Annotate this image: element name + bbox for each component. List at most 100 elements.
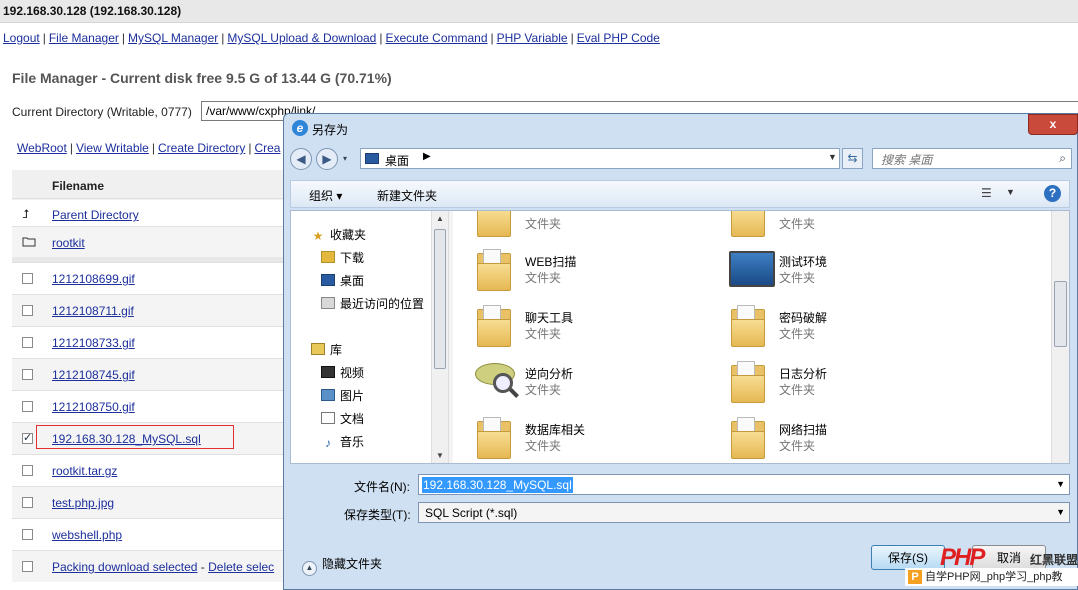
dialog-titlebar[interactable]: e 另存为 x xyxy=(284,114,1078,142)
create-directory-link[interactable]: Create Directory xyxy=(158,141,245,155)
nav-logout[interactable]: Logout xyxy=(3,31,40,45)
nav-libraries[interactable]: 库 xyxy=(311,341,342,358)
nav-execute-command[interactable]: Execute Command xyxy=(385,31,487,45)
file-checkbox[interactable] xyxy=(22,465,33,476)
nav-mysql-manager[interactable]: MySQL Manager xyxy=(128,31,218,45)
close-button[interactable]: x xyxy=(1028,114,1078,135)
list-item[interactable]: 文件夹 xyxy=(475,211,715,243)
view-dropdown-icon[interactable]: ▼ xyxy=(1006,187,1015,197)
file-list-scrollbar[interactable] xyxy=(1051,211,1069,463)
list-item[interactable]: 网络扫描 文件夹 xyxy=(729,413,969,463)
list-item[interactable]: WEB扫描 文件夹 xyxy=(475,245,715,297)
list-item[interactable]: 聊天工具 文件夹 xyxy=(475,301,715,353)
organize-button[interactable]: 组织 ▾ xyxy=(309,187,342,204)
view-options-icon[interactable]: ☰ xyxy=(981,186,997,200)
nav-php-variable[interactable]: PHP Variable xyxy=(497,31,568,45)
php-logo-icon: P xyxy=(908,570,922,584)
hide-folders-toggle[interactable]: ▲ 隐藏文件夹 xyxy=(302,555,382,576)
filename-input[interactable]: 192.168.30.128_MySQL.sql ▼ xyxy=(418,474,1070,495)
list-item[interactable]: 文件夹 xyxy=(729,211,969,243)
help-icon[interactable]: ? xyxy=(1044,185,1061,202)
forward-button[interactable]: ▶ xyxy=(316,148,338,170)
history-dropdown-icon[interactable]: ▾ xyxy=(343,154,347,163)
nav-recent[interactable]: 最近访问的位置 xyxy=(321,295,424,312)
file-link[interactable]: 1212108711.gif xyxy=(52,304,134,318)
nav-documents[interactable]: 文档 xyxy=(321,410,364,427)
new-folder-button[interactable]: 新建文件夹 xyxy=(377,187,437,204)
table-row: 1212108733.gif xyxy=(12,326,302,358)
packing-download-link[interactable]: Packing download selected xyxy=(52,560,197,574)
nav-desktop[interactable]: 桌面 xyxy=(321,272,364,289)
nav-mysql-upload[interactable]: MySQL Upload & Download xyxy=(227,31,376,45)
folder-icon xyxy=(729,415,767,459)
breadcrumb-arrow-icon[interactable]: ▶ xyxy=(423,151,431,162)
nav-sep: | xyxy=(570,31,574,45)
filetype-dropdown-icon[interactable]: ▼ xyxy=(1056,507,1065,517)
refresh-button[interactable]: ⇆ xyxy=(842,148,863,169)
item-name: 密码破解 xyxy=(779,311,828,325)
nav-sep: | xyxy=(42,31,46,45)
footer-actions: Packing download selected - Delete selec xyxy=(52,560,274,574)
file-link[interactable]: 1212108745.gif xyxy=(52,368,135,382)
list-item[interactable]: 密码破解 文件夹 xyxy=(729,301,969,353)
search-icon[interactable]: ⌕ xyxy=(1059,151,1066,166)
list-item[interactable]: 日志分析 文件夹 xyxy=(729,357,969,409)
nav-pane-scrollbar[interactable]: ▲ ▼ xyxy=(431,211,448,463)
save-button[interactable]: 保存(S) xyxy=(871,545,945,570)
list-item[interactable]: 逆向分析 文件夹 xyxy=(475,357,715,409)
webroot-link[interactable]: WebRoot xyxy=(17,141,67,155)
file-checkbox[interactable] xyxy=(22,369,33,380)
scroll-thumb[interactable] xyxy=(1054,281,1067,347)
table-row: rootkit xyxy=(12,226,302,258)
nav-downloads[interactable]: 下载 xyxy=(321,249,364,266)
scroll-down-icon[interactable]: ▼ xyxy=(436,451,444,460)
nav-pictures[interactable]: 图片 xyxy=(321,387,364,404)
nav-videos[interactable]: 视频 xyxy=(321,364,364,381)
dialog-title: 另存为 xyxy=(312,123,349,137)
table-row: 1212108745.gif xyxy=(12,358,302,390)
back-button[interactable]: ◀ xyxy=(290,148,312,170)
nav-desktop-label: 桌面 xyxy=(340,274,365,288)
list-item[interactable]: 数据库相关 文件夹 xyxy=(475,413,715,463)
file-checkbox[interactable] xyxy=(22,529,33,540)
address-box[interactable]: 桌面 ▶ ▼ xyxy=(360,148,840,169)
view-writable-link[interactable]: View Writable xyxy=(76,141,149,155)
table-row: Packing download selected - Delete selec xyxy=(12,550,302,582)
file-checkbox[interactable] xyxy=(22,305,33,316)
item-type: 文件夹 xyxy=(525,383,562,397)
list-item[interactable]: 测试环境 文件夹 xyxy=(729,245,969,297)
file-link[interactable]: test.php.jpg xyxy=(52,496,114,510)
address-dropdown-icon[interactable]: ▼ xyxy=(828,152,837,162)
create-file-link[interactable]: Crea xyxy=(254,141,280,155)
item-type: 文件夹 xyxy=(779,271,816,285)
nav-eval-php[interactable]: Eval PHP Code xyxy=(577,31,660,45)
file-checkbox-checked[interactable] xyxy=(22,431,33,444)
parent-directory-link[interactable]: Parent Directory xyxy=(52,208,139,222)
select-all-checkbox[interactable] xyxy=(22,561,33,572)
search-input[interactable] xyxy=(879,150,1053,169)
nav-file-manager[interactable]: File Manager xyxy=(49,31,119,45)
file-link[interactable]: webshell.php xyxy=(52,528,122,542)
folder-rootkit-link[interactable]: rootkit xyxy=(52,236,85,250)
music-icon: ♪ xyxy=(325,436,331,450)
scroll-up-icon[interactable]: ▲ xyxy=(436,214,444,223)
file-link[interactable]: 1212108750.gif xyxy=(52,400,135,414)
file-link[interactable]: 1212108733.gif xyxy=(52,336,135,350)
nav-music[interactable]: ♪ 音乐 xyxy=(321,433,364,450)
scroll-thumb[interactable] xyxy=(434,229,446,369)
delete-selected-link[interactable]: Delete selec xyxy=(208,560,274,574)
nav-music-label: 音乐 xyxy=(340,435,365,449)
watermark-right-text: 红黑联盟 xyxy=(1030,553,1078,567)
file-checkbox[interactable] xyxy=(22,401,33,412)
file-checkbox[interactable] xyxy=(22,497,33,508)
file-checkbox[interactable] xyxy=(22,337,33,348)
file-link[interactable]: 1212108699.gif xyxy=(52,272,135,286)
folder-icon xyxy=(475,415,513,459)
nav-favorites[interactable]: ★ 收藏夹 xyxy=(311,226,366,243)
file-link[interactable]: rootkit.tar.gz xyxy=(52,464,117,478)
main-nav: Logout | File Manager | MySQL Manager | MySQL … xyxy=(0,28,1078,48)
file-checkbox[interactable] xyxy=(22,273,33,284)
filetype-select[interactable]: SQL Script (*.sql) ▼ xyxy=(418,502,1070,523)
filename-dropdown-icon[interactable]: ▼ xyxy=(1056,479,1065,489)
item-type: 文件夹 xyxy=(525,327,562,341)
